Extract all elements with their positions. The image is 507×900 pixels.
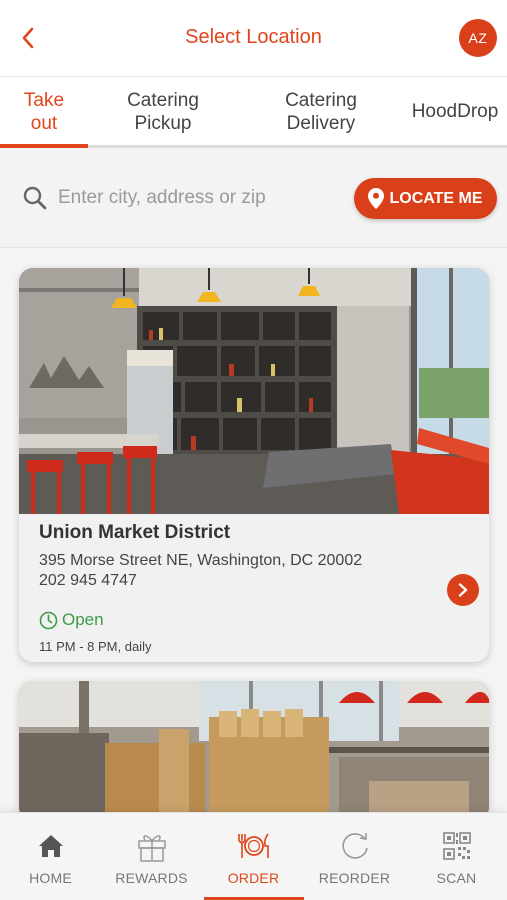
open-status-label: Open: [62, 610, 104, 629]
app-header: Select Location AZ: [0, 0, 507, 76]
reorder-icon: [341, 833, 368, 859]
nav-order-label: ORDER: [227, 870, 280, 886]
tab-catering-pickup[interactable]: Catering Pickup: [100, 77, 226, 146]
nav-scan-label: SCAN: [436, 870, 477, 886]
restaurant-photo: [19, 681, 489, 821]
location-details-button[interactable]: [447, 574, 479, 606]
tab-take-out[interactable]: Take out: [0, 77, 88, 146]
home-icon: [38, 835, 63, 857]
location-address: 395 Morse Street NE, Washington, DC 2000…: [39, 552, 363, 569]
location-name: Union Market District: [39, 522, 231, 543]
plate-utensils-icon: [237, 833, 269, 858]
location-search-bar: LOCATE ME: [0, 148, 507, 248]
tab-hooddrop[interactable]: HoodDrop: [400, 77, 507, 146]
location-search-input[interactable]: [58, 180, 338, 216]
locate-me-button[interactable]: LOCATE ME: [354, 178, 497, 219]
user-avatar[interactable]: AZ: [459, 19, 497, 57]
clock-icon: [39, 611, 58, 629]
qr-code-icon: [442, 832, 471, 860]
bottom-navigation: HOME REWARDS ORDER REORDER SCAN: [0, 812, 507, 900]
nav-rewards-label: REWARDS: [115, 870, 188, 886]
nav-reorder[interactable]: REORDER: [304, 813, 405, 900]
page-title: Select Location: [185, 26, 322, 48]
chevron-right-icon: [458, 583, 468, 597]
open-status: Open: [39, 610, 104, 630]
nav-home-label: HOME: [29, 870, 72, 886]
nav-home[interactable]: HOME: [0, 813, 101, 900]
restaurant-photo: [19, 268, 489, 514]
location-phone[interactable]: 202 945 4747: [39, 572, 137, 590]
location-card[interactable]: Union Market District 395 Morse Street N…: [19, 268, 489, 662]
tab-catering-delivery[interactable]: Catering Delivery: [258, 77, 384, 146]
gift-icon: [137, 835, 166, 862]
locate-me-label: LOCATE ME: [389, 189, 483, 207]
location-hours: 11 PM - 8 PM, daily: [39, 639, 152, 654]
map-pin-icon: [368, 188, 385, 209]
nav-order[interactable]: ORDER: [203, 813, 304, 900]
nav-rewards[interactable]: REWARDS: [101, 813, 202, 900]
order-type-tabs: Take out Catering Pickup Catering Delive…: [0, 76, 507, 148]
search-icon: [23, 186, 47, 210]
nav-scan[interactable]: SCAN: [406, 813, 507, 900]
nav-reorder-label: REORDER: [318, 870, 391, 886]
location-card[interactable]: [19, 681, 489, 821]
